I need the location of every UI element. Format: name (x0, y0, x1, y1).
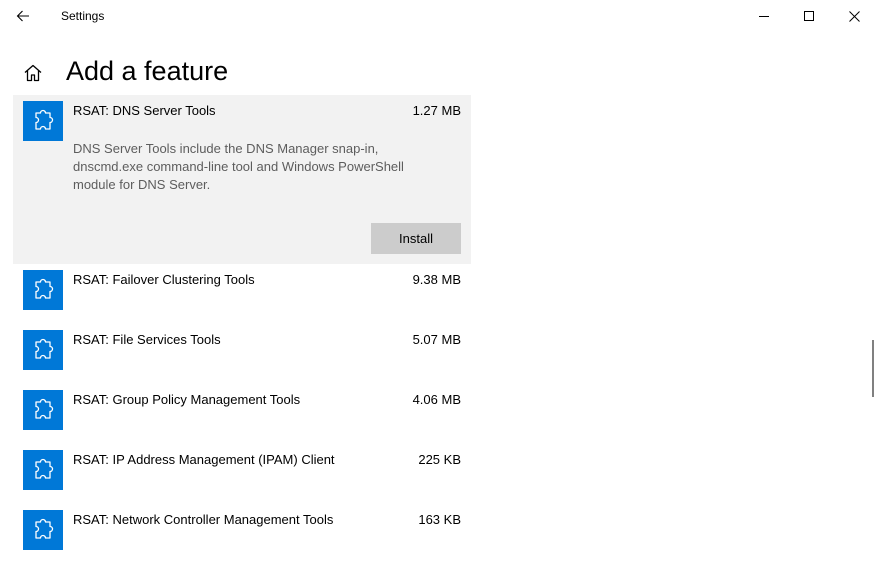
feature-icon (23, 101, 63, 141)
feature-list: RSAT: DNS Server Tools 1.27 MB DNS Serve… (13, 95, 471, 564)
feature-icon (23, 270, 63, 310)
feature-item-file-services-tools[interactable]: RSAT: File Services Tools 5.07 MB (13, 324, 471, 384)
minimize-icon (759, 16, 769, 17)
close-icon (848, 10, 860, 22)
home-button[interactable] (20, 60, 46, 86)
feature-size: 5.07 MB (412, 332, 461, 347)
feature-item-network-controller-management-tools[interactable]: RSAT: Network Controller Management Tool… (13, 504, 471, 564)
install-button[interactable]: Install (371, 223, 461, 254)
feature-name: RSAT: File Services Tools (73, 332, 221, 347)
feature-name: RSAT: DNS Server Tools (73, 103, 216, 118)
close-button[interactable] (831, 0, 876, 32)
feature-icon (23, 330, 63, 370)
feature-item-ipam-client[interactable]: RSAT: IP Address Management (IPAM) Clien… (13, 444, 471, 504)
feature-item-failover-clustering-tools[interactable]: RSAT: Failover Clustering Tools 9.38 MB (13, 264, 471, 324)
page-title: Add a feature (66, 56, 229, 86)
arrow-left-icon (16, 10, 29, 22)
title-bar: Settings (0, 0, 876, 32)
page-header: Add a feature (0, 52, 876, 92)
scrollbar-thumb[interactable] (872, 340, 874, 397)
minimize-button[interactable] (741, 0, 787, 32)
puzzle-piece-icon (35, 458, 54, 479)
puzzle-piece-icon (35, 338, 54, 359)
maximize-icon (804, 11, 814, 21)
feature-size: 9.38 MB (412, 272, 461, 287)
puzzle-piece-icon (35, 518, 54, 539)
puzzle-piece-icon (35, 109, 54, 130)
maximize-button[interactable] (786, 0, 832, 32)
puzzle-piece-icon (35, 398, 54, 419)
feature-icon (23, 450, 63, 490)
feature-item-dns-server-tools[interactable]: RSAT: DNS Server Tools 1.27 MB DNS Serve… (13, 95, 471, 264)
feature-icon (23, 390, 63, 430)
feature-description: DNS Server Tools include the DNS Manager… (73, 141, 404, 192)
feature-icon (23, 510, 63, 550)
feature-name: RSAT: Failover Clustering Tools (73, 272, 255, 287)
puzzle-piece-icon (35, 278, 54, 299)
home-icon (24, 64, 42, 82)
feature-name: RSAT: Group Policy Management Tools (73, 392, 301, 407)
feature-size: 1.27 MB (412, 103, 461, 118)
feature-size: 4.06 MB (412, 392, 461, 407)
feature-size: 225 KB (418, 452, 461, 467)
back-button[interactable] (8, 2, 38, 30)
feature-name: RSAT: IP Address Management (IPAM) Clien… (73, 452, 335, 467)
feature-name: RSAT: Network Controller Management Tool… (73, 512, 334, 527)
feature-size: 163 KB (418, 512, 461, 527)
window-title: Settings (61, 9, 105, 23)
feature-item-group-policy-management-tools[interactable]: RSAT: Group Policy Management Tools 4.06… (13, 384, 471, 444)
